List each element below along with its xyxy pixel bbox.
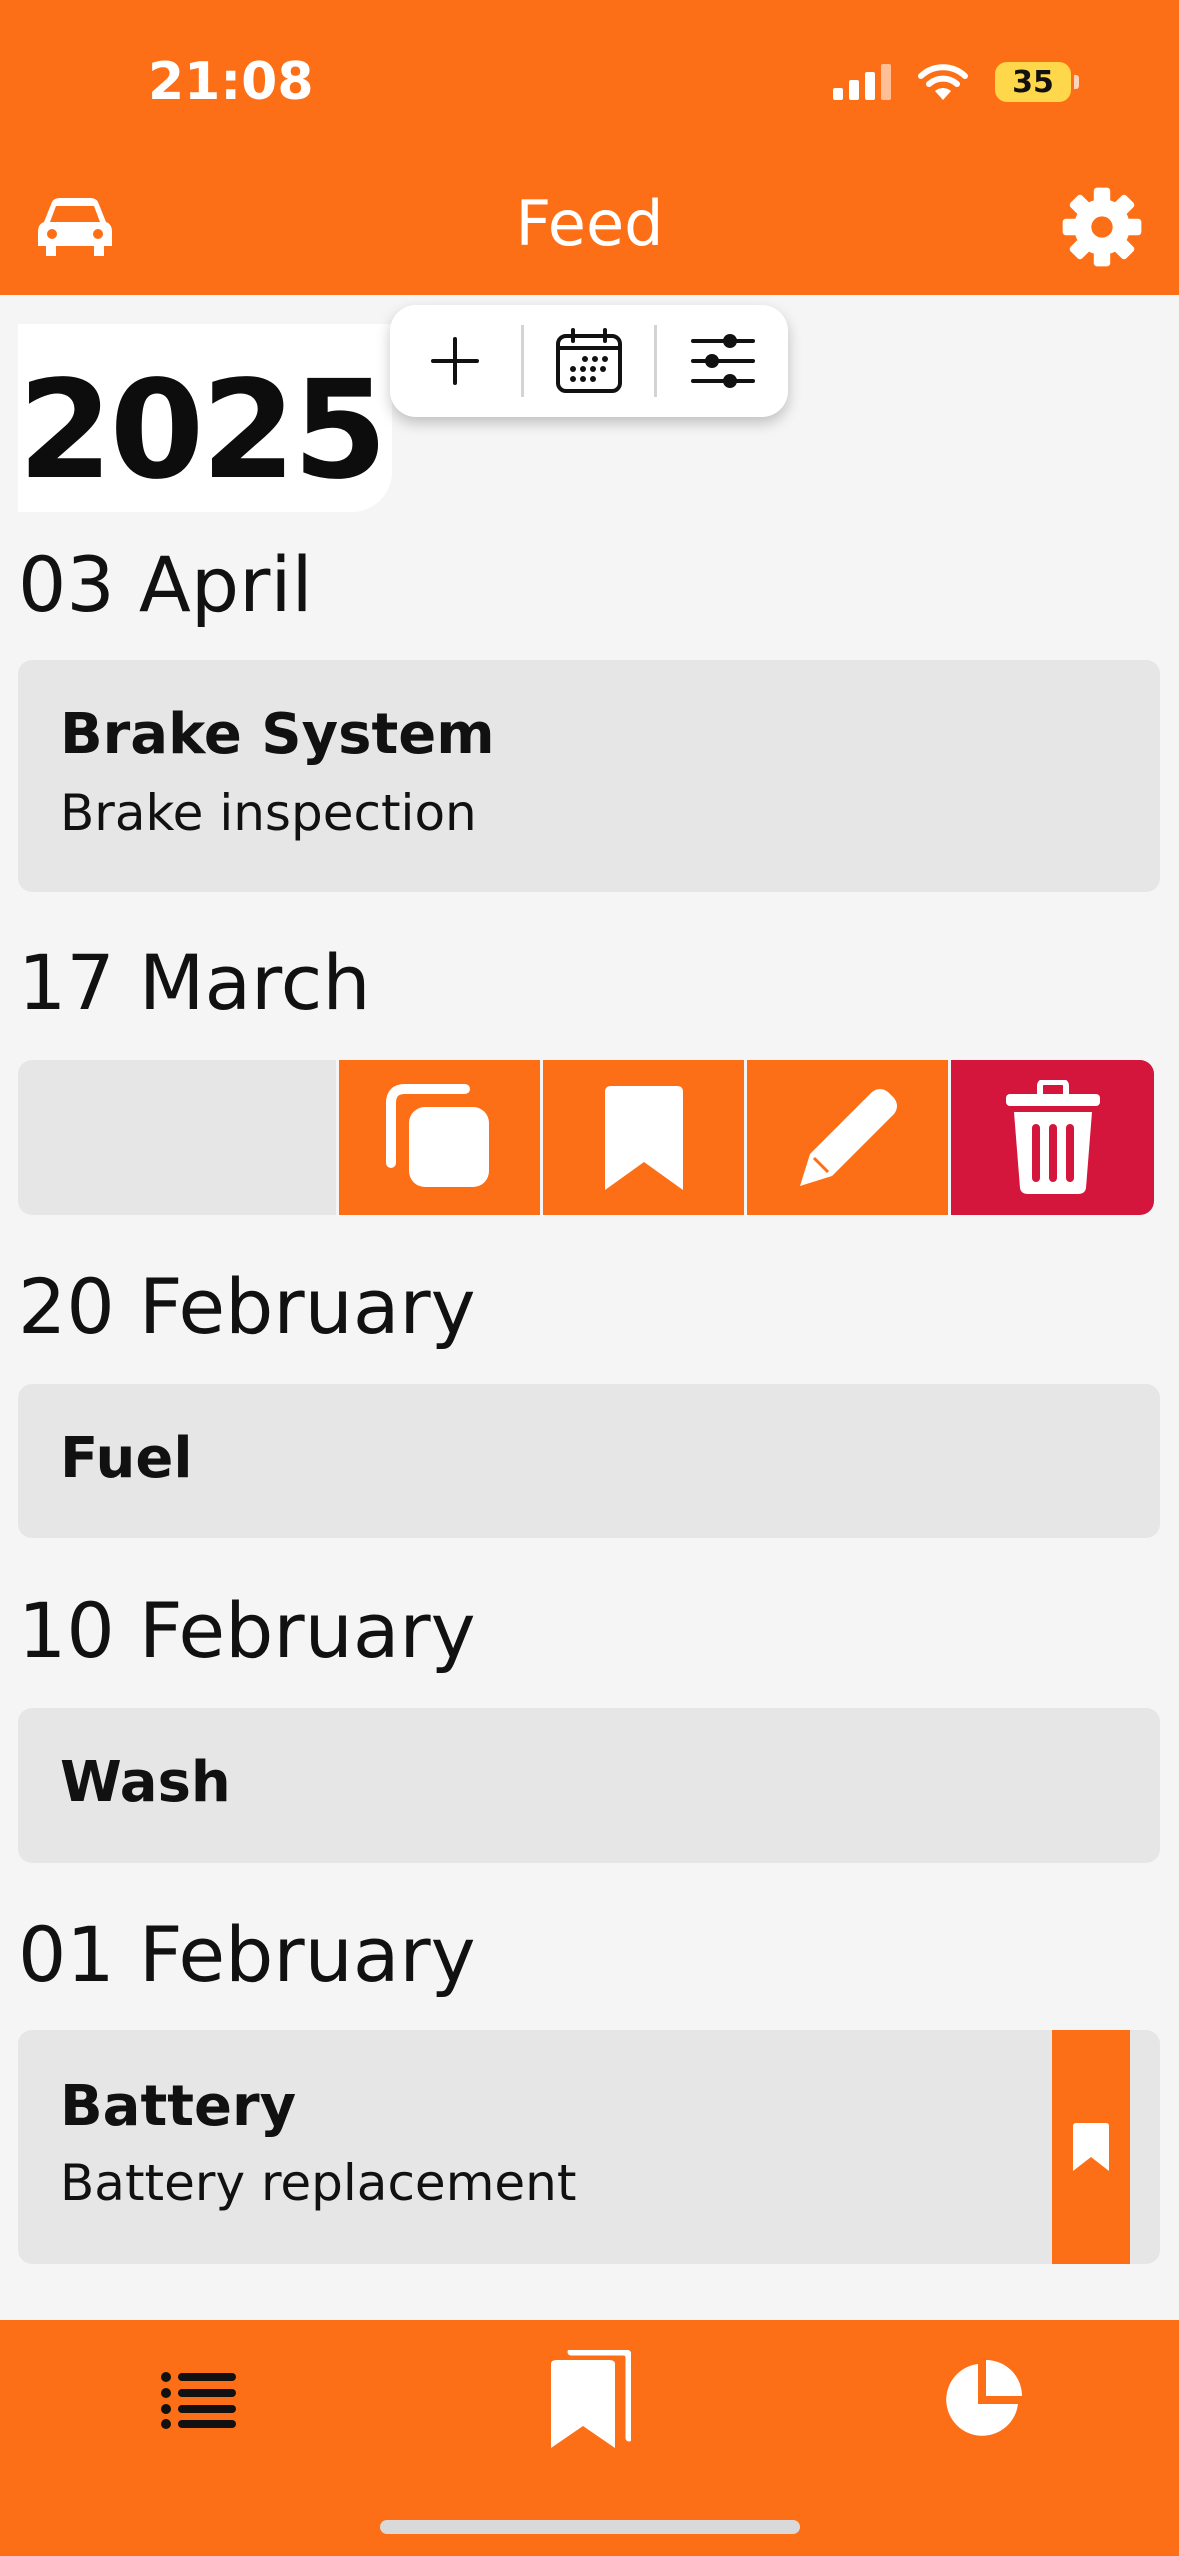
sliders-icon — [690, 334, 755, 388]
status-time: 21:08 — [148, 52, 314, 112]
edit-button[interactable] — [744, 1060, 948, 1215]
bookmark-icon — [604, 1085, 683, 1190]
entry-card[interactable]: Fuel — [18, 1384, 1160, 1538]
home-indicator — [380, 2520, 800, 2534]
duplicate-button[interactable] — [336, 1060, 540, 1215]
tab-bar — [0, 2320, 1179, 2556]
calendar-icon — [556, 328, 622, 393]
date-header: 03 April — [18, 540, 313, 629]
delete-button[interactable] — [948, 1060, 1154, 1215]
trash-icon — [1005, 1079, 1100, 1194]
entry-card[interactable]: Brake System Brake inspection — [18, 660, 1160, 892]
bookmarks-icon — [551, 2350, 631, 2448]
entry-subtitle: Battery replacement — [60, 2154, 577, 2212]
wifi-icon — [918, 64, 968, 100]
list-icon — [161, 2372, 236, 2429]
swiped-entry — [18, 1060, 1160, 1215]
entry-card-collapsed[interactable] — [18, 1060, 336, 1215]
entry-title: Fuel — [60, 1426, 193, 1491]
feed-toolbar — [390, 305, 788, 417]
tab-bookmarks[interactable] — [540, 2350, 640, 2450]
date-header: 20 February — [18, 1262, 476, 1351]
bookmarked-indicator — [1052, 2030, 1130, 2264]
entry-subtitle: Brake inspection — [60, 784, 477, 842]
filter-button[interactable] — [657, 305, 788, 417]
pie-chart-icon — [946, 2360, 1022, 2436]
bookmark-button[interactable] — [540, 1060, 744, 1215]
gear-icon[interactable] — [1061, 186, 1143, 268]
add-button[interactable] — [390, 305, 521, 417]
tab-feed[interactable] — [148, 2350, 248, 2450]
date-header: 10 February — [18, 1586, 476, 1675]
entry-card[interactable]: Wash — [18, 1708, 1160, 1863]
calendar-button[interactable] — [524, 305, 655, 417]
year-label: 2025 — [18, 352, 388, 510]
entry-title: Battery — [60, 2074, 297, 2139]
entry-title: Wash — [60, 1750, 231, 1815]
status-icons: 35 — [833, 62, 1079, 102]
bookmark-icon — [1073, 2123, 1109, 2171]
tab-statistics[interactable] — [932, 2350, 1032, 2450]
entry-card[interactable]: Battery Battery replacement — [18, 2030, 1160, 2264]
year-header: 2025 — [18, 324, 392, 512]
top-bar: 21:08 35 Feed — [0, 0, 1179, 295]
copy-icon — [385, 1083, 489, 1187]
page-title: Feed — [515, 187, 664, 260]
pencil-icon — [799, 1088, 897, 1186]
date-header: 17 March — [18, 938, 371, 1027]
entry-title: Brake System — [60, 702, 495, 767]
battery-icon: 35 — [995, 62, 1079, 102]
signal-icon — [833, 64, 891, 100]
battery-level: 35 — [995, 62, 1071, 102]
date-header: 01 February — [18, 1910, 476, 1999]
plus-icon — [431, 337, 480, 385]
